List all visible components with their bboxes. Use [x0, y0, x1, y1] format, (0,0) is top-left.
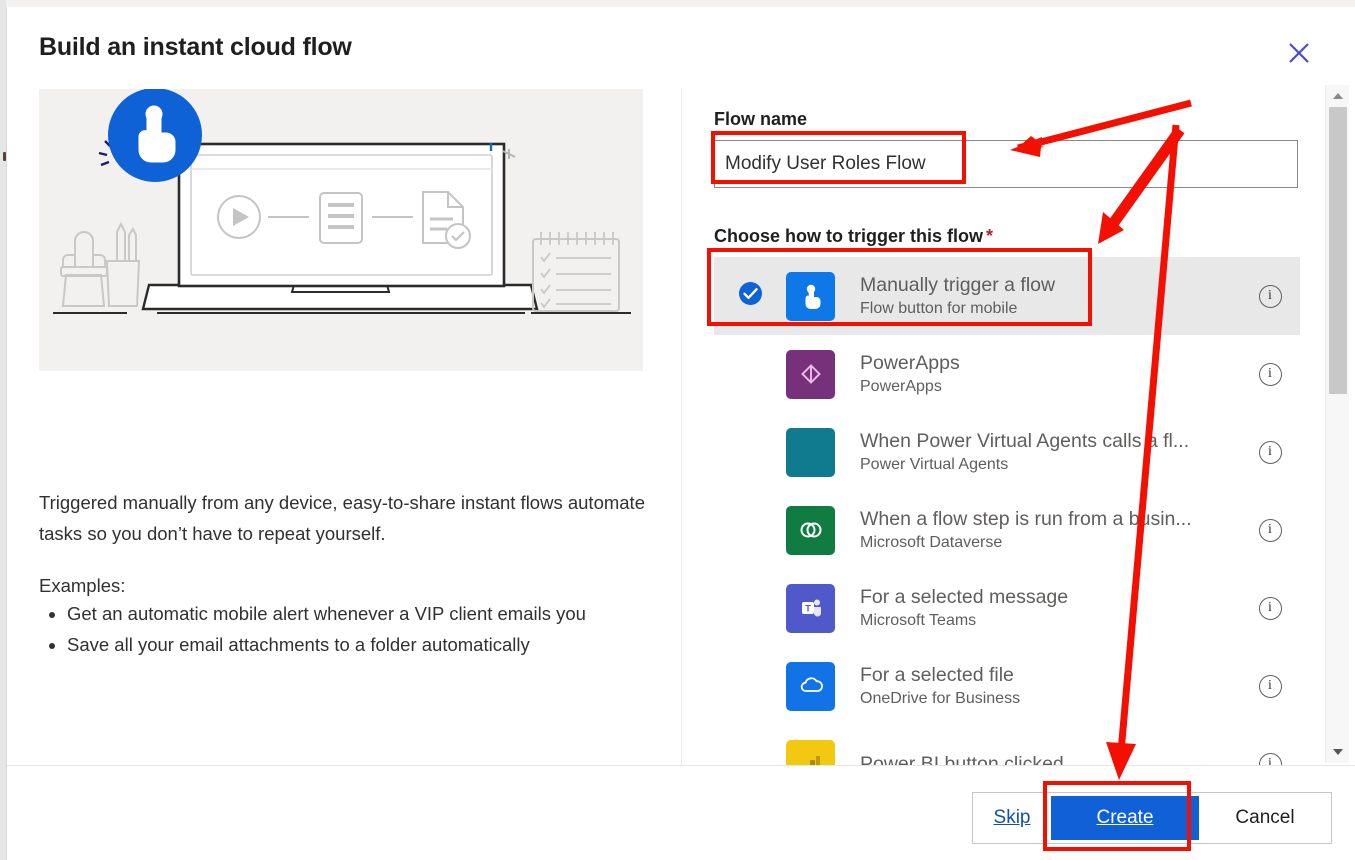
- trigger-text: When a flow step is run from a busin... …: [860, 507, 1240, 554]
- info-button[interactable]: i: [1240, 752, 1300, 765]
- trigger-title: For a selected message: [860, 585, 1069, 608]
- info-button[interactable]: i: [1240, 440, 1300, 464]
- page-behind-modal: [0, 0, 1355, 7]
- trigger-item-microsoft-dataverse[interactable]: When a flow step is run from a busin... …: [714, 491, 1300, 569]
- instant-cloud-flow-illustration: [39, 89, 643, 371]
- info-button[interactable]: i: [1240, 518, 1300, 542]
- dialog-footer: Skip Create Cancel: [972, 792, 1332, 844]
- trigger-section-label: Choose how to trigger this flow *: [714, 226, 993, 247]
- trigger-title: Manually trigger a flow: [860, 273, 1056, 296]
- examples-label: Examples:: [39, 575, 126, 596]
- trigger-label-text: Choose how to trigger this flow: [714, 226, 983, 246]
- trigger-text: For a selected file OneDrive for Busines…: [860, 663, 1240, 710]
- cancel-button[interactable]: Cancel: [1199, 793, 1331, 843]
- trigger-subtitle: PowerApps: [860, 377, 942, 395]
- trigger-title: When Power Virtual Agents calls a fl...: [860, 429, 1190, 452]
- trigger-subtitle: Microsoft Teams: [860, 611, 977, 629]
- flow-button-mobile-icon: [786, 271, 835, 321]
- svg-text:T: T: [805, 604, 811, 614]
- trigger-subtitle: OneDrive for Business: [860, 689, 1021, 707]
- microsoft-teams-icon: T: [786, 583, 835, 633]
- trigger-item-power-virtual-agents[interactable]: When Power Virtual Agents calls a fl... …: [714, 413, 1300, 491]
- trigger-text: Manually trigger a flow Flow button for …: [860, 273, 1240, 320]
- trigger-text: PowerApps PowerApps: [860, 351, 1240, 398]
- info-icon: i: [1258, 284, 1282, 308]
- power-bi-icon: [786, 739, 835, 765]
- panel-description: Triggered manually from any device, easy…: [39, 492, 645, 544]
- skip-button[interactable]: Skip: [973, 793, 1051, 843]
- trigger-item-powerapps[interactable]: PowerApps PowerApps i: [714, 335, 1300, 413]
- info-icon: i: [1258, 440, 1282, 464]
- dataverse-icon: [786, 505, 835, 555]
- left-info-panel: Triggered manually from any device, easy…: [39, 89, 645, 655]
- trigger-item-microsoft-teams[interactable]: T For a selected message Microsoft Teams…: [714, 569, 1300, 647]
- flow-name-label: Flow name: [714, 109, 808, 129]
- info-icon: i: [1258, 674, 1282, 698]
- selected-check: [714, 281, 786, 311]
- check-circle-icon: [738, 281, 763, 311]
- panel-divider: [681, 89, 682, 765]
- trigger-text: For a selected message Microsoft Teams: [860, 585, 1240, 632]
- info-icon: i: [1258, 752, 1282, 765]
- info-button[interactable]: i: [1240, 674, 1300, 698]
- trigger-title: For a selected file: [860, 663, 1014, 686]
- info-button[interactable]: i: [1240, 596, 1300, 620]
- scroll-up-arrow-icon[interactable]: [1326, 85, 1350, 107]
- powerapps-icon: [786, 349, 835, 399]
- dialog-title: Build an instant cloud flow: [39, 33, 352, 61]
- trigger-text: Power BI button clicked: [860, 752, 1240, 766]
- flow-name-input[interactable]: [714, 140, 1298, 188]
- build-instant-cloud-flow-dialog: Build an instant cloud flow Triggered ma…: [6, 7, 1355, 860]
- required-asterisk: *: [986, 226, 994, 246]
- trigger-subtitle: Power Virtual Agents: [860, 455, 1009, 473]
- trigger-list[interactable]: Manually trigger a flow Flow button for …: [714, 257, 1300, 765]
- close-icon: [1285, 39, 1313, 67]
- trigger-item-power-bi[interactable]: Power BI button clicked i: [714, 725, 1300, 765]
- info-icon: i: [1258, 518, 1282, 542]
- list-item: Get an automatic mobile alert whenever a…: [67, 599, 639, 628]
- scrollbar-thumb[interactable]: [1329, 107, 1347, 394]
- examples-list: Get an automatic mobile alert whenever a…: [39, 599, 639, 661]
- scroll-down-arrow-icon[interactable]: [1326, 741, 1350, 763]
- trigger-title: When a flow step is run from a busin...: [860, 507, 1192, 530]
- trigger-item-manually-trigger-a-flow[interactable]: Manually trigger a flow Flow button for …: [714, 257, 1300, 335]
- vertical-scrollbar[interactable]: [1325, 85, 1349, 763]
- screenshot-root: Build an instant cloud flow Triggered ma…: [0, 0, 1355, 860]
- trigger-text: When Power Virtual Agents calls a fl... …: [860, 429, 1240, 476]
- onedrive-icon: [786, 661, 835, 711]
- trigger-title: Power BI button clicked: [860, 752, 1064, 766]
- footer-divider: [7, 765, 1355, 766]
- list-item: Save all your email attachments to a fol…: [67, 630, 639, 659]
- trigger-title: PowerApps: [860, 351, 960, 374]
- trigger-item-onedrive-for-business[interactable]: For a selected file OneDrive for Busines…: [714, 647, 1300, 725]
- info-button[interactable]: i: [1240, 284, 1300, 308]
- power-virtual-agents-icon: [786, 427, 835, 477]
- info-button[interactable]: i: [1240, 362, 1300, 386]
- close-button[interactable]: [1279, 33, 1319, 73]
- info-icon: i: [1258, 596, 1282, 620]
- create-button[interactable]: Create: [1051, 796, 1199, 840]
- info-icon: i: [1258, 362, 1282, 386]
- trigger-subtitle: Flow button for mobile: [860, 299, 1018, 317]
- trigger-subtitle: Microsoft Dataverse: [860, 533, 1003, 551]
